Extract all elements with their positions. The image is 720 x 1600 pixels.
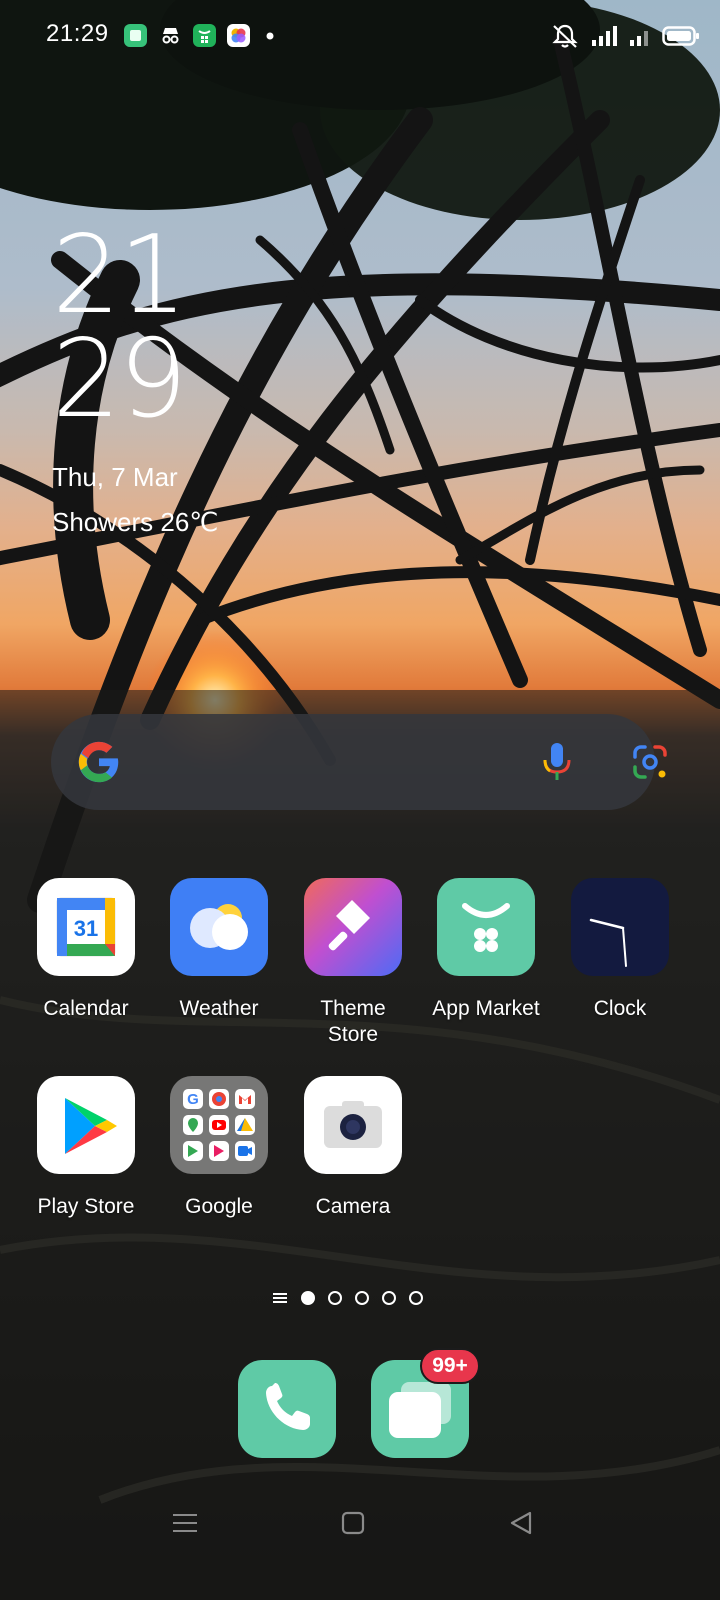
incognito-icon — [159, 24, 182, 47]
page-indicator[interactable] — [272, 1287, 423, 1309]
app-camera[interactable]: Camera — [286, 1076, 420, 1220]
photos-app-icon — [227, 24, 250, 47]
calendar-day-number: 31 — [74, 916, 98, 941]
app-label: Weather — [179, 997, 259, 1020]
navigation-bar — [0, 1480, 720, 1580]
app-label: Calendar — [43, 997, 129, 1020]
app-label: App Market — [432, 997, 540, 1020]
app-label: Theme Store — [320, 997, 386, 1046]
dock-phone[interactable] — [238, 1360, 336, 1458]
google-lens-icon[interactable] — [631, 743, 669, 781]
battery-icon — [662, 26, 699, 46]
weather-icon — [170, 878, 268, 976]
back-triangle-icon[interactable] — [508, 1510, 534, 1536]
google-g-icon — [78, 741, 119, 783]
app-clock[interactable]: Clock — [553, 878, 687, 1022]
page-list-menu-icon[interactable] — [272, 1291, 288, 1305]
theme-store-icon — [304, 878, 402, 976]
microphone-icon[interactable] — [541, 742, 573, 782]
app-weather[interactable]: Weather — [152, 878, 286, 1022]
app-market-icon — [437, 878, 535, 976]
home-square-icon[interactable] — [340, 1510, 366, 1536]
page-dot-2[interactable] — [328, 1291, 342, 1305]
clock-icon — [571, 878, 669, 976]
app-app-market[interactable]: App Market — [419, 878, 553, 1022]
camera-icon — [304, 1076, 402, 1174]
clock-hour: 21 — [52, 213, 187, 338]
app-google-folder[interactable]: G Google — [152, 1076, 286, 1220]
more-dot-icon — [262, 24, 276, 47]
app-label: Clock — [593, 997, 647, 1020]
app-calendar[interactable]: 31 Calendar — [19, 878, 153, 1022]
mute-bell-icon — [552, 24, 578, 48]
status-bar: 21:29 — [0, 0, 720, 70]
signal-2-icon — [630, 31, 648, 46]
app-label: Camera — [315, 1195, 391, 1218]
clock-minute: 29 — [52, 317, 187, 442]
clock-widget[interactable]: 21 29 Thu, 7 Mar Showers 26℃ — [52, 213, 312, 538]
recents-menu-icon[interactable] — [172, 1510, 198, 1536]
calendar-icon: 31 — [37, 878, 135, 976]
page-dot-5[interactable] — [409, 1291, 423, 1305]
status-time: 21:29 — [46, 20, 109, 47]
app-theme-store[interactable]: Theme Store — [286, 878, 420, 1048]
phone-icon — [266, 1383, 310, 1430]
weather-text: Showers 26℃ — [52, 507, 219, 537]
signal-icon — [592, 26, 617, 46]
date-text: Thu, 7 Mar — [52, 462, 178, 492]
google-folder-icon: G — [170, 1076, 268, 1174]
page-dot-4[interactable] — [382, 1291, 396, 1305]
page-dot-3[interactable] — [355, 1291, 369, 1305]
messages-badge: 99+ — [420, 1348, 480, 1384]
svg-text:G: G — [187, 1091, 199, 1108]
green-square-app-icon — [124, 24, 147, 47]
page-dot-1[interactable] — [301, 1291, 315, 1305]
app-label: Play Store — [37, 1195, 135, 1218]
app-label: Google — [185, 1195, 253, 1218]
google-search-bar[interactable] — [51, 714, 667, 810]
app-play-store[interactable]: Play Store — [19, 1076, 153, 1220]
play-store-icon — [37, 1076, 135, 1174]
app-market-icon — [193, 24, 216, 47]
